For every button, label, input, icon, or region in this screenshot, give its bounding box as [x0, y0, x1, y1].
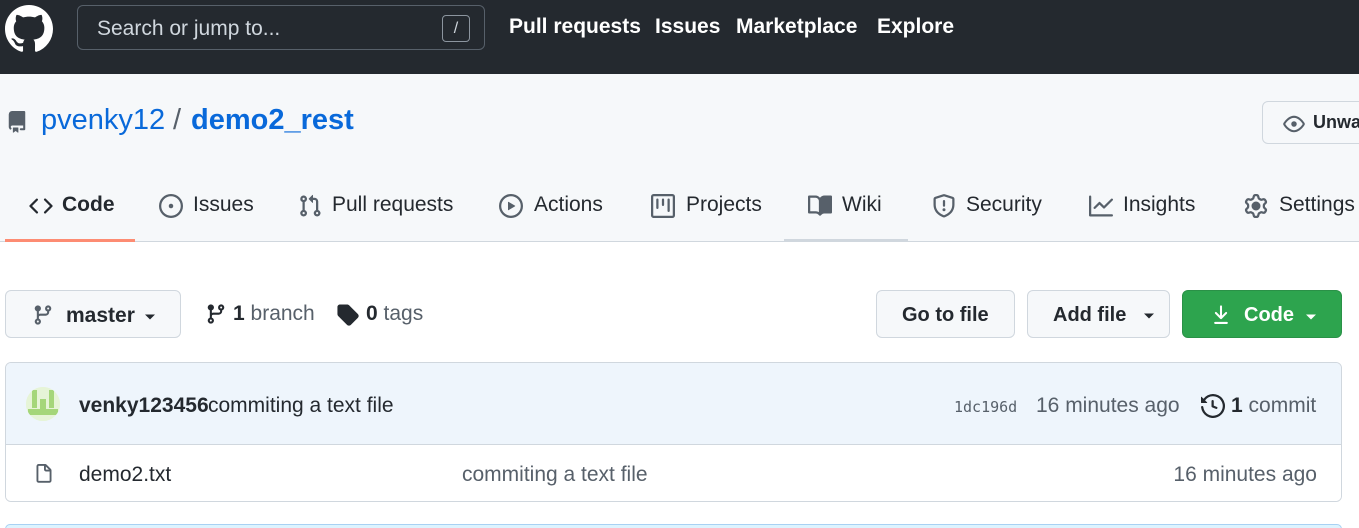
repo-header: pvenky12 / demo2_rest Unwatch Code Issue… — [0, 74, 1359, 242]
tab-code-label: Code — [62, 193, 115, 216]
download-icon — [1214, 305, 1228, 324]
repo-icon — [8, 111, 26, 133]
tab-actions-label: Actions — [534, 193, 603, 216]
tab-issues[interactable]: Issues — [159, 190, 259, 242]
project-icon — [651, 194, 675, 218]
selected-tab-indicator — [5, 239, 135, 242]
caret-down-icon — [1144, 313, 1154, 319]
tab-pull-requests-label: Pull requests — [332, 193, 454, 216]
issue-opened-icon — [159, 194, 183, 218]
code-button-label: Code — [1244, 304, 1294, 326]
file-icon — [36, 464, 52, 483]
tab-security[interactable]: Security — [932, 190, 1047, 242]
latest-commit-row: venky123456 commiting a text file 1dc196… — [6, 363, 1341, 445]
tab-settings-label: Settings — [1279, 193, 1355, 216]
table-row: demo2.txt commiting a text file 16 minut… — [6, 445, 1341, 501]
readme-box-edge — [5, 524, 1342, 528]
nav-explore[interactable]: Explore — [877, 15, 954, 39]
hover-tab-indicator — [784, 239, 908, 242]
tag-count: 0 — [366, 302, 378, 325]
unwatch-button[interactable]: Unwatch — [1262, 101, 1359, 144]
file-list: venky123456 commiting a text file 1dc196… — [5, 362, 1342, 502]
commit-sha[interactable]: 1dc196d — [954, 398, 1017, 416]
caret-down-icon — [145, 314, 155, 320]
github-logo-icon[interactable] — [5, 5, 53, 53]
git-branch-icon — [34, 305, 52, 325]
git-pull-request-icon — [300, 194, 321, 217]
go-to-file-button[interactable]: Go to file — [876, 290, 1015, 338]
branch-word: branch — [250, 302, 315, 325]
branch-select-button[interactable]: master — [5, 290, 181, 338]
commit-author[interactable]: venky123456 — [79, 394, 209, 418]
branch-name: master — [66, 304, 135, 327]
add-file-button[interactable]: Add file — [1027, 290, 1170, 338]
identicon-icon — [26, 387, 60, 421]
tab-settings[interactable]: Settings — [1244, 190, 1359, 242]
commit-message[interactable]: commiting a text file — [208, 394, 394, 418]
history-icon — [1201, 394, 1225, 418]
commit-word: commit — [1248, 394, 1317, 417]
code-icon — [29, 198, 53, 214]
repo-owner-link[interactable]: pvenky12 — [41, 104, 165, 137]
eye-icon — [1283, 115, 1305, 133]
caret-down-icon — [1306, 314, 1316, 320]
tab-actions[interactable]: Actions — [499, 190, 609, 242]
tab-code[interactable]: Code — [29, 190, 129, 242]
search-placeholder: Search or jump to... — [97, 17, 281, 40]
global-header: Search or jump to... / Pull requests Iss… — [0, 0, 1359, 74]
tab-projects-label: Projects — [686, 193, 762, 216]
tab-pull-requests[interactable]: Pull requests — [298, 190, 458, 242]
tab-insights[interactable]: Insights — [1089, 190, 1204, 242]
file-commit-message[interactable]: commiting a text file — [462, 463, 648, 487]
tag-icon — [337, 304, 359, 326]
tab-wiki-label: Wiki — [842, 193, 882, 216]
git-branch-icon — [207, 304, 225, 324]
tab-insights-label: Insights — [1123, 193, 1196, 216]
nav-issues[interactable]: Issues — [655, 15, 720, 39]
repo-path-separator: / — [173, 104, 182, 136]
commit-time: 16 minutes ago — [1036, 394, 1180, 417]
file-commit-time: 16 minutes ago — [1173, 463, 1317, 486]
go-to-file-label: Go to file — [902, 304, 989, 326]
tab-issues-label: Issues — [193, 193, 254, 216]
avatar[interactable] — [26, 387, 60, 421]
tab-projects[interactable]: Projects — [651, 190, 766, 242]
tag-word: tags — [383, 302, 424, 325]
gear-icon — [1244, 194, 1268, 218]
shield-icon — [933, 194, 955, 218]
tab-wiki[interactable]: Wiki — [808, 190, 898, 242]
branch-count: 1 — [233, 302, 245, 325]
commit-count: 1 — [1231, 394, 1243, 417]
nav-marketplace[interactable]: Marketplace — [736, 15, 857, 39]
repo-name-link[interactable]: demo2_rest — [191, 104, 354, 137]
nav-pull-requests[interactable]: Pull requests — [509, 15, 641, 39]
add-file-label: Add file — [1053, 304, 1127, 326]
unwatch-label: Unwatch — [1313, 112, 1359, 132]
play-icon — [499, 194, 523, 218]
file-name-link[interactable]: demo2.txt — [79, 463, 171, 487]
search-shortcut-key: / — [442, 15, 470, 42]
book-icon — [808, 195, 832, 216]
code-download-button[interactable]: Code — [1182, 290, 1342, 338]
tab-security-label: Security — [966, 193, 1042, 216]
graph-icon — [1089, 195, 1113, 217]
search-input[interactable]: Search or jump to... / — [77, 5, 485, 50]
